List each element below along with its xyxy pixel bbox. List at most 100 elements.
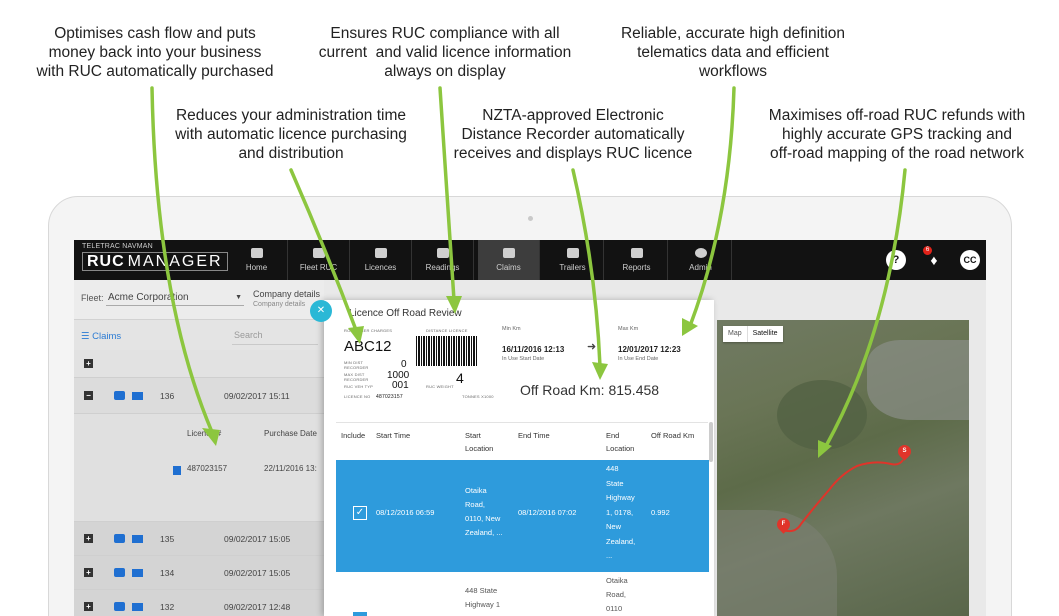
fleet-icon [312,248,325,258]
max-km-sub: In Use End Date [618,356,659,362]
licence-number[interactable]: 487023157 [187,464,227,473]
print-icon[interactable] [114,568,125,577]
reports-icon [630,248,643,258]
home-icon [250,248,263,258]
nav-admin[interactable]: Admin [670,240,732,280]
callout-compliance: Ensures RUC compliance with all current … [318,25,572,80]
nav-licences[interactable]: Licences [350,240,412,280]
end-location: Otaika Road, 0110 [606,576,628,613]
tab-map[interactable]: Map [723,326,747,342]
nav-claims[interactable]: Claims [478,240,540,280]
claim-id: 136 [160,391,175,401]
include-checkbox[interactable]: ✓ [353,506,367,520]
tab-claims[interactable]: ☰ Claims [81,331,121,342]
max-km-date: 12/01/2017 12:23 [618,345,681,354]
callout-telematics: Reliable, accurate high definition telem… [620,25,846,80]
include-checkbox[interactable] [353,612,367,616]
mail-icon[interactable] [132,603,143,611]
min-km-label: Min Km [502,326,521,332]
fleet-select[interactable]: Acme Corporation ▼ [106,290,244,306]
mail-icon[interactable] [132,535,143,543]
purchase-date-header: Purchase Date [264,429,317,438]
off-road-km: Off Road Km: 815.458 [520,382,660,398]
expand-icon[interactable]: + [84,534,93,543]
help-icon[interactable]: ? [886,250,906,270]
expand-icon[interactable]: + [84,568,93,577]
gear-icon [694,248,707,258]
end-location: 448 State Highway 1, 0178, New Zealand, … [606,464,636,560]
tab-satellite[interactable]: Satellite [746,326,783,342]
chevron-down-icon: ▼ [235,294,242,301]
table-row[interactable]: + 135 09/02/2017 15:05 [74,522,324,556]
nav-readings[interactable]: Readings [412,240,474,280]
arrow-right-icon: ➜ [587,341,597,353]
licence-plate: ABC12 [344,338,392,355]
readings-icon [436,248,449,258]
search-input[interactable]: Search [234,330,263,340]
start-pin-label: S [902,448,907,454]
mail-icon[interactable] [132,569,143,577]
claim-id: 134 [160,568,175,578]
close-button[interactable]: ✕ [310,300,332,322]
mail-icon[interactable] [132,392,143,400]
company-details-sub: Company details [253,301,306,308]
expand-icon[interactable]: + [84,359,93,368]
print-icon[interactable] [114,391,125,400]
weight-value: 4 [456,370,464,386]
modal-title: Licence Off Road Review [349,308,462,319]
licence-subtable: Licence # Purchase Date 487023157 22/11/… [74,414,324,522]
min-km-date: 16/11/2016 12:13 [502,345,565,354]
app-screen: TELETRAC NAVMAN RUC MANAGER Home Fleet R… [74,240,986,616]
min-km-sub: In Use Start Date [502,356,545,362]
print-icon[interactable] [114,534,125,543]
finish-pin-label: F [781,521,786,527]
table-row[interactable]: + 132 09/02/2017 12:48 [74,590,324,616]
print-icon[interactable] [114,602,125,611]
callout-admin-time: Reduces your administration time with au… [175,107,407,162]
camera-dot [528,216,533,221]
search-underline [232,344,318,345]
expand-icon[interactable]: + [84,602,93,611]
brand-logo[interactable]: RUC MANAGER [82,252,228,271]
table-row[interactable]: + 134 09/02/2017 15:05 [74,556,324,590]
nav-home[interactable]: Home [226,240,288,280]
off-road-km-value: 0.992 [651,508,670,517]
licence-header: Licence # [187,429,222,438]
claim-date: 09/02/2017 15:11 [224,391,290,401]
licence-icon [374,248,387,258]
table-row-expanded[interactable]: − 136 09/02/2017 15:11 [74,378,324,414]
callout-edr: NZTA-approved Electronic Distance Record… [453,107,693,162]
map-type-tabs: Map Satellite [723,326,783,342]
table-row[interactable]: + [74,350,324,378]
trip-row[interactable]: 448 State Highway 1 Otaika Road, 0110 [336,572,709,616]
callout-cash-flow: Optimises cash flow and puts money back … [36,25,274,80]
trips-table-header: Include Start Time Start Location End Ti… [336,422,708,464]
start-location: Otaika Road, 0110, New Zealand, ... [465,486,503,537]
brand-manager: MANAGER [127,252,223,270]
brand-ruc: RUC [87,252,125,270]
max-km-label: Max Km [618,326,639,332]
type-value: 001 [392,380,409,391]
purchase-date: 22/11/2016 13: [264,464,317,473]
satellite-map[interactable]: S F Map Satellite [717,320,969,616]
nav-trailers[interactable]: Trailers [542,240,604,280]
nav-fleet-ruc[interactable]: Fleet RUC [288,240,350,280]
collapse-icon[interactable]: − [84,391,93,400]
nav-reports[interactable]: Reports [606,240,668,280]
fleet-row: Fleet: Acme Corporation ▼ Company detail… [74,280,324,320]
licence-icon [173,466,181,475]
licence-card: ROAD USER CHARGES DISTANCE LICENCE ABC12… [344,328,494,400]
start-location: 448 State Highway 1 [465,586,501,609]
avatar[interactable]: CC [960,250,980,270]
claim-date: 09/02/2017 12:48 [224,602,291,612]
licence-number: 487023157 [376,394,403,400]
company-details-link[interactable]: Company details [253,289,320,299]
claim-date: 09/02/2017 15:05 [224,534,291,544]
scrollbar[interactable] [709,422,713,462]
claim-id: 132 [160,602,175,612]
claim-date: 09/02/2017 15:05 [224,568,291,578]
route-path [782,459,904,533]
trip-row-selected[interactable]: ✓ 08/12/2016 06:59 Otaika Road, 0110, Ne… [336,460,709,572]
claims-icon [502,248,515,258]
brand-tagline: TELETRAC NAVMAN [82,243,153,250]
